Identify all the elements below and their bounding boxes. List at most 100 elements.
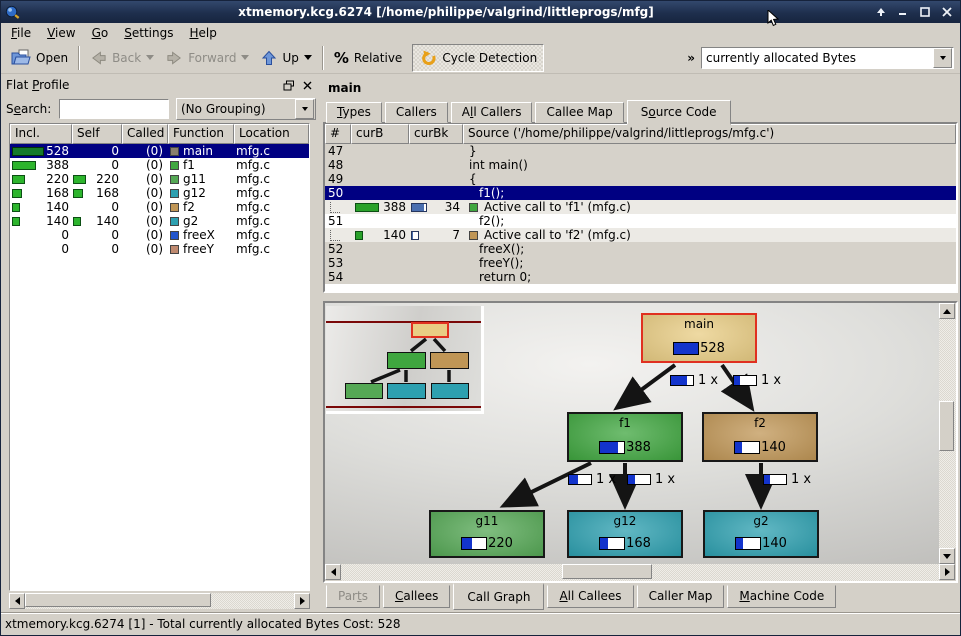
window-title: xtmemory.kcg.6274 [/home/philippe/valgri… <box>24 5 868 19</box>
tab-callers[interactable]: Callers <box>385 102 448 123</box>
source-call-row[interactable]: 38834Active call to 'f1' (mfg.c) <box>325 200 956 214</box>
menu-view[interactable]: View <box>39 25 83 41</box>
tab-source-code[interactable]: Source Code <box>627 100 731 125</box>
edge-cost-bar <box>763 474 787 485</box>
flat-profile-row[interactable]: 220220(0)g11mfg.c <box>10 172 309 186</box>
shade-button[interactable] <box>872 4 890 20</box>
up-dropdown-icon[interactable] <box>304 55 312 60</box>
grouping-dropdown-button[interactable] <box>295 99 314 119</box>
up-button[interactable]: Up <box>255 45 317 71</box>
tab-types[interactable]: Types <box>326 102 382 123</box>
tab-all-callers[interactable]: All Callers <box>451 102 533 123</box>
scrollbar-track[interactable] <box>939 319 956 548</box>
graph-node-g12[interactable]: g12168 <box>567 510 683 558</box>
forward-button[interactable]: Forward <box>160 45 255 71</box>
graph-vertical-scrollbar[interactable] <box>939 303 956 564</box>
tab-callee-map[interactable]: Callee Map <box>535 102 623 123</box>
column-header-source[interactable]: Source ('/home/philippe/valgrind/littlep… <box>463 124 956 144</box>
graph-node-g11[interactable]: g11220 <box>429 510 545 558</box>
flat-profile-row[interactable]: 168168(0)g12mfg.c <box>10 186 309 200</box>
scroll-left-button[interactable] <box>325 564 341 580</box>
triangle-right-icon <box>300 597 305 605</box>
edge-label-main-f1[interactable]: 1 x <box>670 373 718 388</box>
scroll-left-button[interactable] <box>9 593 25 609</box>
tab-call-graph[interactable]: Call Graph <box>453 583 544 610</box>
edge-label-f1-g11[interactable]: 1 x <box>568 472 616 487</box>
close-panel-icon[interactable] <box>300 79 314 92</box>
source-code-row[interactable]: 51f2(); <box>325 214 956 228</box>
cell-self: 0 <box>72 158 122 172</box>
source-call-row[interactable]: 1407Active call to 'f2' (mfg.c) <box>325 228 956 242</box>
menu-file[interactable]: File <box>3 25 39 41</box>
scroll-up-button[interactable] <box>939 303 955 319</box>
flat-profile-row[interactable]: 1400(0)f2mfg.c <box>10 200 309 214</box>
scrollbar-track[interactable] <box>25 593 294 609</box>
flat-profile-row[interactable]: 5280(0)mainmfg.c <box>10 144 309 158</box>
source-code-row[interactable]: 47} <box>325 144 956 158</box>
column-header-line[interactable]: # <box>325 124 351 144</box>
column-header-called[interactable]: Called <box>122 124 168 144</box>
dock-horizontal-scrollbar[interactable] <box>9 593 310 609</box>
dock-header[interactable]: Flat Profile <box>6 76 314 94</box>
tab-machine-code[interactable]: Machine Code <box>727 585 836 608</box>
minimize-button[interactable] <box>894 4 912 20</box>
relative-button[interactable]: % Relative <box>328 45 408 71</box>
graph-node-f1[interactable]: f1388 <box>567 412 683 462</box>
source-code-row[interactable]: 48int main() <box>325 158 956 172</box>
flat-profile-row[interactable]: 140140(0)g2mfg.c <box>10 214 309 228</box>
column-header-curbk[interactable]: curBk <box>409 124 463 144</box>
scrollbar-thumb[interactable] <box>25 593 211 607</box>
tab-all-callees[interactable]: All Callees <box>547 585 633 608</box>
menu-help[interactable]: Help <box>181 25 224 41</box>
flat-profile-row[interactable]: 3880(0)f1mfg.c <box>10 158 309 172</box>
tab-caller-map[interactable]: Caller Map <box>637 585 725 608</box>
source-code-row[interactable]: 49{ <box>325 172 956 186</box>
column-header-function[interactable]: Function <box>168 124 234 144</box>
flat-profile-row[interactable]: 00(0)freeYmfg.c <box>10 242 309 256</box>
scrollbar-thumb[interactable] <box>562 564 652 579</box>
column-header-incl[interactable]: Incl. <box>10 124 72 144</box>
event-type-combo[interactable]: currently allocated Bytes <box>701 47 954 69</box>
back-dropdown-icon[interactable] <box>146 55 154 60</box>
graph-node-f2[interactable]: f2140 <box>702 412 818 462</box>
source-code-row[interactable]: 50f1(); <box>325 186 956 200</box>
float-panel-icon[interactable] <box>282 79 296 92</box>
column-header-self[interactable]: Self <box>72 124 122 144</box>
graph-node-g2[interactable]: g2140 <box>703 510 819 558</box>
column-header-curb[interactable]: curB <box>351 124 409 144</box>
edge-label-f1-g12[interactable]: 1 x <box>627 472 675 487</box>
call-graph-canvas[interactable]: main528 f1388 f2140 g11220 g12168 g2140 1 x 1 … <box>325 303 939 564</box>
cycle-detection-button[interactable]: Cycle Detection <box>412 44 544 72</box>
column-header-location[interactable]: Location <box>234 124 309 144</box>
tab-parts[interactable]: Parts <box>326 585 380 608</box>
grouping-combo[interactable]: (No Grouping) <box>176 98 316 120</box>
scroll-right-button[interactable] <box>939 564 955 580</box>
edge-label-main-f2[interactable]: 1 x <box>733 373 781 388</box>
open-button[interactable]: Open <box>5 45 74 71</box>
flat-profile-row[interactable]: 00(0)freeXmfg.c <box>10 228 309 242</box>
back-button[interactable]: Back <box>84 45 160 71</box>
graph-overview-minimap[interactable] <box>326 306 484 414</box>
node-cost-row: 140 <box>735 536 787 551</box>
scrollbar-track[interactable] <box>341 564 939 581</box>
menu-settings[interactable]: Settings <box>116 25 181 41</box>
graph-node-main[interactable]: main528 <box>641 313 757 363</box>
toolbar-overflow-chevron[interactable]: » <box>687 51 695 65</box>
graph-horizontal-scrollbar[interactable] <box>325 564 939 581</box>
menu-go[interactable]: Go <box>84 25 117 41</box>
scroll-right-button[interactable] <box>294 593 310 609</box>
maximize-button[interactable] <box>916 4 934 20</box>
title-bar[interactable]: xtmemory.kcg.6274 [/home/philippe/valgri… <box>1 1 960 23</box>
source-code-row[interactable]: 54return 0; <box>325 270 956 284</box>
tab-callees[interactable]: Callees <box>383 585 450 608</box>
scrollbar-thumb[interactable] <box>939 401 954 451</box>
search-label: Search: <box>6 102 59 116</box>
combo-dropdown-button[interactable] <box>933 48 952 68</box>
search-input[interactable] <box>59 99 169 119</box>
forward-dropdown-icon[interactable] <box>241 55 249 60</box>
source-code-row[interactable]: 53freeY(); <box>325 256 956 270</box>
source-code-row[interactable]: 52freeX(); <box>325 242 956 256</box>
scroll-down-button[interactable] <box>939 548 955 564</box>
edge-label-f2-g2[interactable]: 1 x <box>763 472 811 487</box>
close-button[interactable] <box>938 4 956 20</box>
